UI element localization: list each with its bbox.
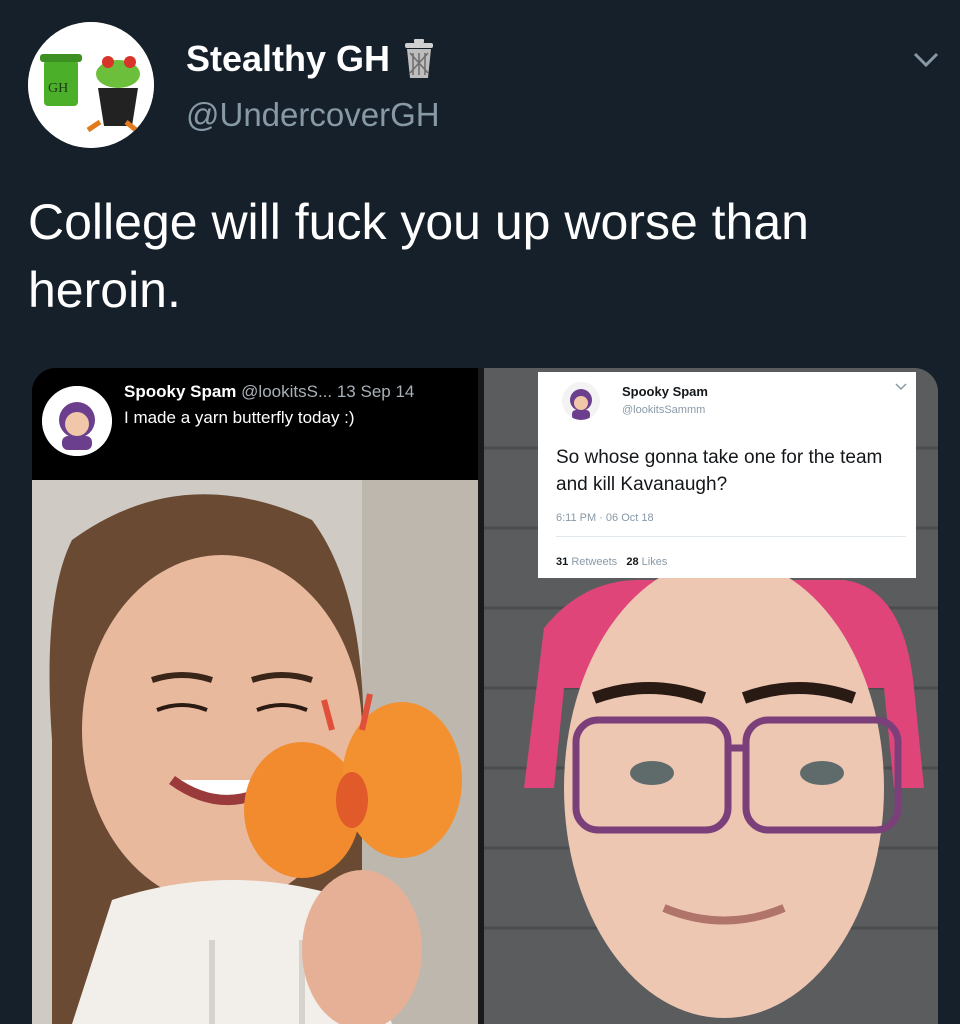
- chevron-down-icon[interactable]: [904, 40, 948, 80]
- card-divider: [556, 536, 906, 537]
- embedded-tweet-right: Spooky Spam @lookitsSammm So whose gonna…: [538, 372, 916, 578]
- tweet-text: College will fuck you up worse than hero…: [28, 194, 809, 318]
- retweets-count: 31: [556, 556, 569, 568]
- embedded-tweet-left: Spooky Spam @lookitsS... 13 Sep 14 I mad…: [32, 368, 478, 480]
- profile-avatar[interactable]: GH: [28, 22, 154, 148]
- likes-label: Likes: [641, 556, 668, 568]
- likes-count: 28: [626, 556, 639, 568]
- avatar-logo-text: GH: [48, 81, 68, 96]
- embedded-right-stats: 31 Retweets 28 Likes: [556, 556, 667, 568]
- trash-can-icon: [402, 39, 436, 79]
- photo-yarn-butterfly: [32, 480, 478, 1024]
- media-right-panel[interactable]: Spooky Spam @lookitsSammm So whose gonna…: [484, 368, 938, 1024]
- media-left-panel[interactable]: Spooky Spam @lookitsS... 13 Sep 14 I mad…: [32, 368, 478, 1024]
- author-display-name[interactable]: Stealthy GH: [186, 38, 390, 80]
- embedded-right-handle: @lookitsSammm: [622, 404, 706, 416]
- embedded-left-date: 13 Sep 14: [336, 382, 415, 401]
- trash-can-frog-avatar: GH: [28, 22, 154, 148]
- tweet-author[interactable]: Stealthy GH: [186, 38, 436, 80]
- embedded-left-text: I made a yarn butterfly today :): [124, 408, 355, 427]
- embedded-right-name: Spooky Spam: [622, 384, 708, 399]
- embedded-left-name: Spooky Spam: [124, 382, 237, 401]
- embedded-avatar-right: [562, 382, 600, 420]
- embedded-right-timestamp: 6:11 PM · 06 Oct 18: [556, 512, 654, 524]
- tweet-media[interactable]: Spooky Spam @lookitsS... 13 Sep 14 I mad…: [32, 368, 938, 1024]
- embedded-right-text: So whose gonna take one for the team and…: [556, 447, 883, 495]
- chevron-down-icon: [894, 380, 908, 394]
- embedded-avatar-left: [42, 386, 112, 456]
- embedded-left-handle: @lookitsS...: [241, 382, 333, 401]
- author-handle[interactable]: @UndercoverGH: [186, 96, 440, 134]
- retweets-label: Retweets: [571, 556, 618, 568]
